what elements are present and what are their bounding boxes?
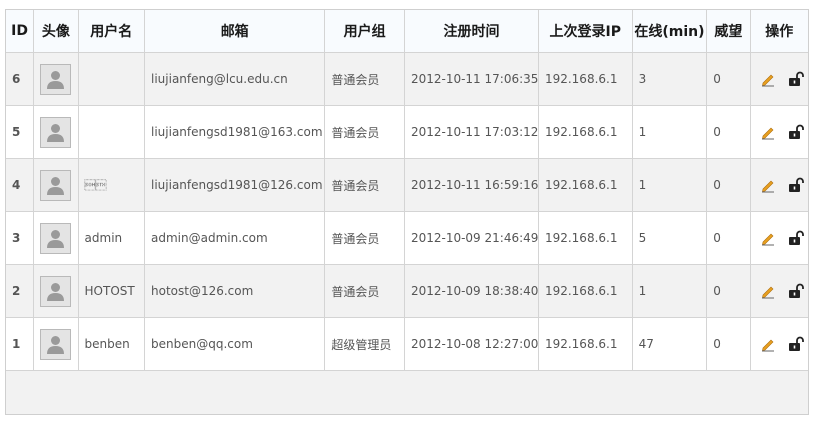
cell-lastip: 192.168.6.1 [537, 52, 633, 106]
header-actions: 操作 [749, 10, 808, 53]
cell-regtime: 2012-10-11 17:06:35 [403, 52, 539, 106]
cell-online: 1 [631, 105, 708, 159]
user-list-panel: ID 头像 用户名 邮箱 用户组 注册时间 上次登录IP 在线(min) 威望 … [5, 9, 809, 415]
header-regtime: 注册时间 [403, 10, 539, 53]
unlock-icon[interactable] [788, 336, 805, 352]
cell-id: 3 [6, 211, 35, 265]
header-email: 邮箱 [144, 10, 326, 53]
pencil-icon[interactable] [760, 230, 776, 246]
default-avatar-icon [40, 63, 72, 95]
header-id: ID [6, 10, 35, 53]
user-table: ID 头像 用户名 邮箱 用户组 注册时间 上次登录IP 在线(min) 威望 … [6, 10, 808, 371]
unlock-icon[interactable] [788, 283, 805, 299]
cell-group: 普通会员 [324, 105, 405, 159]
header-avatar: 头像 [33, 10, 79, 53]
cell-online: 1 [631, 264, 708, 318]
cell-prestige: 0 [706, 52, 751, 106]
cell-prestige: 0 [706, 264, 751, 318]
cell-lastip: 192.168.6.1 [537, 317, 633, 371]
default-avatar-icon [40, 116, 72, 148]
cell-id: 6 [6, 52, 35, 106]
cell-id: 4 [6, 158, 35, 212]
table-header-row: ID 头像 用户名 邮箱 用户组 注册时间 上次登录IP 在线(min) 威望 … [6, 10, 808, 53]
pencil-icon[interactable] [760, 124, 776, 140]
table-row: 5 liujianfengsd1981@163.com 普通会员 2012-10… [6, 105, 808, 159]
default-avatar-icon [40, 275, 72, 307]
cell-avatar [33, 211, 79, 265]
cell-username: HOTOST [77, 264, 146, 318]
cell-id: 5 [6, 105, 35, 159]
cell-prestige: 0 [706, 105, 751, 159]
table-row: 3 admin admin@admin.com 普通会员 2012-10-09 … [6, 211, 808, 265]
default-avatar-icon [40, 328, 72, 360]
table-row: 6 liujianfeng@lcu.edu.cn 普通会员 2012-10-11… [6, 52, 808, 106]
cell-email: liujianfengsd1981@163.com [144, 105, 326, 159]
cell-prestige: 0 [706, 317, 751, 371]
cell-regtime: 2012-10-11 16:59:16 [403, 158, 539, 212]
cell-lastip: 192.168.6.1 [537, 158, 633, 212]
unlock-icon[interactable] [788, 71, 805, 87]
cell-avatar [33, 52, 79, 106]
cell-id: 1 [6, 317, 35, 371]
cell-regtime: 2012-10-11 17:03:12 [403, 105, 539, 159]
cell-username:  [77, 158, 146, 212]
header-online: 在线(min) [631, 10, 708, 53]
pencil-icon[interactable] [760, 71, 776, 87]
table-row: 1 benben benben@qq.com 超级管理员 2012-10-08 … [6, 317, 808, 371]
cell-lastip: 192.168.6.1 [537, 105, 633, 159]
cell-email: liujianfengsd1981@126.com [144, 158, 326, 212]
cell-avatar [33, 105, 79, 159]
cell-group: 普通会员 [324, 52, 405, 106]
header-username: 用户名 [77, 10, 146, 53]
table-row: 2 HOTOST hotost@126.com 普通会员 2012-10-09 … [6, 264, 808, 318]
cell-username [77, 52, 146, 106]
pencil-icon[interactable] [760, 283, 776, 299]
cell-avatar [33, 317, 79, 371]
cell-online: 1 [631, 158, 708, 212]
cell-actions [749, 105, 808, 159]
cell-username: admin [77, 211, 146, 265]
username-glyph:  [84, 179, 107, 192]
table-row: 4  liujianfengsd1981@126.com 普通会员 2012… [6, 158, 808, 212]
header-lastip: 上次登录IP [537, 10, 633, 53]
cell-actions [749, 52, 808, 106]
cell-actions [749, 158, 808, 212]
pencil-icon[interactable] [760, 177, 776, 193]
cell-group: 普通会员 [324, 158, 405, 212]
cell-username: benben [77, 317, 146, 371]
header-prestige: 威望 [706, 10, 751, 53]
cell-group: 普通会员 [324, 264, 405, 318]
cell-prestige: 0 [706, 158, 751, 212]
cell-lastip: 192.168.6.1 [537, 264, 633, 318]
cell-actions [749, 317, 808, 371]
cell-prestige: 0 [706, 211, 751, 265]
cell-avatar [33, 264, 79, 318]
cell-email: admin@admin.com [144, 211, 326, 265]
cell-regtime: 2012-10-09 18:38:40 [403, 264, 539, 318]
cell-email: hotost@126.com [144, 264, 326, 318]
cell-online: 47 [631, 317, 708, 371]
cell-username [77, 105, 146, 159]
cell-avatar [33, 158, 79, 212]
cell-online: 5 [631, 211, 708, 265]
default-avatar-icon [40, 222, 72, 254]
cell-email: benben@qq.com [144, 317, 326, 371]
cell-group: 超级管理员 [324, 317, 405, 371]
unlock-icon[interactable] [788, 230, 805, 246]
cell-online: 3 [631, 52, 708, 106]
pencil-icon[interactable] [760, 336, 776, 352]
header-group: 用户组 [324, 10, 405, 53]
default-avatar-icon [40, 169, 72, 201]
cell-group: 普通会员 [324, 211, 405, 265]
unlock-icon[interactable] [788, 177, 805, 193]
cell-actions [749, 264, 808, 318]
cell-email: liujianfeng@lcu.edu.cn [144, 52, 326, 106]
unlock-icon[interactable] [788, 124, 805, 140]
cell-id: 2 [6, 264, 35, 318]
cell-regtime: 2012-10-09 21:46:49 [403, 211, 539, 265]
cell-regtime: 2012-10-08 12:27:00 [403, 317, 539, 371]
cell-actions [749, 211, 808, 265]
cell-lastip: 192.168.6.1 [537, 211, 633, 265]
